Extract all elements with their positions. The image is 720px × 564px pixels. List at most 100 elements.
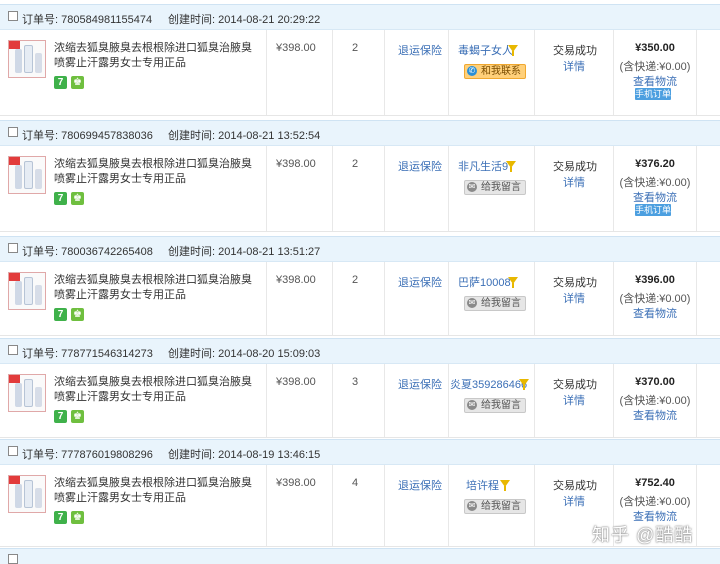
- return-insurance-link[interactable]: 退运保险: [398, 274, 442, 290]
- mobile-order-badge: 手机订单: [635, 204, 672, 216]
- product-title-link[interactable]: 浓缩去狐臭腋臭去根根除进口狐臭治腋臭喷雾止汗露男女士专用正品: [54, 41, 254, 71]
- seven-day-return-icon: 7: [54, 76, 67, 89]
- order-id: 订单号: 780584981155474: [22, 14, 153, 26]
- order-created-time: 创建时间: 2014-08-21 13:51:27: [168, 246, 321, 258]
- unit-price: ¥398.00: [276, 42, 316, 54]
- order-select-checkbox[interactable]: [8, 345, 18, 355]
- view-logistics-link[interactable]: 查看物流: [614, 407, 696, 423]
- product-title-link[interactable]: 浓缩去狐臭腋臭去根根除进口狐臭治腋臭喷雾止汗露男女士专用正品: [54, 375, 254, 405]
- seven-day-return-icon: 7: [54, 308, 67, 321]
- order-detail-link[interactable]: 详情: [563, 392, 585, 408]
- total-price: ¥376.20: [635, 158, 675, 170]
- guarantee-icon: ♚: [71, 511, 84, 524]
- seller-name-link[interactable]: 培许程: [466, 477, 499, 493]
- message-icon: ✉: [467, 400, 477, 410]
- shipping-fee: (含快递:¥0.00): [619, 177, 691, 189]
- order-created-time: 创建时间: 2014-08-20 15:09:03: [168, 348, 321, 360]
- unit-price: ¥398.00: [276, 274, 316, 286]
- trade-status: 交易成功: [553, 480, 597, 492]
- seller-name-link[interactable]: 非凡生活9: [458, 158, 508, 174]
- guarantee-icon: ♚: [71, 410, 84, 423]
- order-detail-link[interactable]: 详情: [563, 58, 585, 74]
- order-select-checkbox[interactable]: [8, 243, 18, 253]
- quantity: 4: [352, 477, 359, 489]
- product-title-link[interactable]: 浓缩去狐臭腋臭去根根除进口狐臭治腋臭喷雾止汗露男女士专用正品: [54, 273, 254, 303]
- watermark: 知乎 @酷酷: [592, 525, 694, 545]
- mobile-order-badge: 手机订单: [635, 88, 672, 100]
- return-insurance-link[interactable]: 退运保险: [398, 158, 442, 174]
- seller-name-link[interactable]: 炎夏359286466: [450, 376, 527, 392]
- order-detail-link[interactable]: 详情: [563, 493, 585, 509]
- order-created-time: 创建时间: 2014-08-21 20:29:22: [168, 14, 321, 26]
- order-id: 订单号: 780699457838036: [22, 130, 153, 142]
- total-price: ¥396.00: [635, 274, 675, 286]
- filter-icon[interactable]: [508, 277, 518, 288]
- order-header: 订单号: 780036742265408 创建时间: 2014-08-21 13…: [0, 236, 720, 262]
- order-select-checkbox[interactable]: [8, 446, 18, 456]
- order-header: 订单号: 780699457838036 创建时间: 2014-08-21 13…: [0, 120, 720, 146]
- order-select-checkbox[interactable]: [8, 554, 18, 564]
- order-item-row: 浓缩去狐臭腋臭去根根除进口狐臭治腋臭喷雾止汗露男女士专用正品 7 ♚ ¥398.…: [0, 30, 720, 116]
- order-item-row: 浓缩去狐臭腋臭去根根除进口狐臭治腋臭喷雾止汗露男女士专用正品 7 ♚ ¥398.…: [0, 146, 720, 232]
- order-id: 订单号: 777876019808296: [22, 449, 153, 461]
- order-id: 订单号: 778771546314273: [22, 348, 153, 360]
- shipping-fee: (含快递:¥0.00): [619, 61, 691, 73]
- order-select-checkbox[interactable]: [8, 11, 18, 21]
- return-insurance-link[interactable]: 退运保险: [398, 477, 442, 493]
- leave-message-button[interactable]: ✉ 给我留言: [464, 296, 526, 311]
- view-logistics-link[interactable]: 查看物流: [614, 73, 696, 89]
- seven-day-return-icon: 7: [54, 511, 67, 524]
- filter-icon[interactable]: [519, 379, 529, 390]
- contact-seller-button[interactable]: ✆ 和我联系: [464, 64, 526, 79]
- order-header: 订单号: 777876019808296 创建时间: 2014-08-19 13…: [0, 439, 720, 465]
- order-item-row: 浓缩去狐臭腋臭去根根除进口狐臭治腋臭喷雾止汗露男女士专用正品 7 ♚ ¥398.…: [0, 364, 720, 438]
- trade-status: 交易成功: [553, 379, 597, 391]
- shipping-fee: (含快递:¥0.00): [619, 395, 691, 407]
- quantity: 2: [352, 274, 359, 286]
- product-thumbnail[interactable]: [8, 475, 46, 513]
- leave-message-button[interactable]: ✉ 给我留言: [464, 180, 526, 195]
- trade-status: 交易成功: [553, 161, 597, 173]
- total-price: ¥350.00: [635, 42, 675, 54]
- chat-icon: ✆: [467, 66, 477, 76]
- seller-name-link[interactable]: 巴萨10008: [458, 274, 511, 290]
- filter-icon[interactable]: [500, 480, 510, 491]
- order-id: 订单号: 780036742265408: [22, 246, 153, 258]
- seller-name-link[interactable]: 毒蝎子女人: [458, 42, 513, 58]
- order-header: 订单号: 778771546314273 创建时间: 2014-08-20 15…: [0, 338, 720, 364]
- product-thumbnail[interactable]: [8, 40, 46, 78]
- message-icon: ✉: [467, 182, 477, 192]
- filter-icon[interactable]: [508, 45, 518, 56]
- quantity: 2: [352, 158, 359, 170]
- trade-status: 交易成功: [553, 277, 597, 289]
- product-thumbnail[interactable]: [8, 156, 46, 194]
- quantity: 2: [352, 42, 359, 54]
- product-thumbnail[interactable]: [8, 374, 46, 412]
- return-insurance-link[interactable]: 退运保险: [398, 42, 442, 58]
- view-logistics-link[interactable]: 查看物流: [614, 305, 696, 321]
- return-insurance-link[interactable]: 退运保险: [398, 376, 442, 392]
- product-title-link[interactable]: 浓缩去狐臭腋臭去根根除进口狐臭治腋臭喷雾止汗露男女士专用正品: [54, 157, 254, 187]
- order-item-row: 浓缩去狐臭腋臭去根根除进口狐臭治腋臭喷雾止汗露男女士专用正品 7 ♚ ¥398.…: [0, 262, 720, 336]
- leave-message-button[interactable]: ✉ 给我留言: [464, 398, 526, 413]
- order-select-checkbox[interactable]: [8, 127, 18, 137]
- message-icon: ✉: [467, 298, 477, 308]
- order-detail-link[interactable]: 详情: [563, 174, 585, 190]
- view-logistics-link[interactable]: 查看物流: [614, 189, 696, 205]
- leave-message-button[interactable]: ✉ 给我留言: [464, 499, 526, 514]
- next-order-header: [0, 548, 720, 564]
- unit-price: ¥398.00: [276, 158, 316, 170]
- guarantee-icon: ♚: [71, 192, 84, 205]
- filter-icon[interactable]: [506, 161, 516, 172]
- guarantee-icon: ♚: [71, 308, 84, 321]
- shipping-fee: (含快递:¥0.00): [619, 293, 691, 305]
- order-created-time: 创建时间: 2014-08-21 13:52:54: [168, 130, 321, 142]
- total-price: ¥370.00: [635, 376, 675, 388]
- product-title-link[interactable]: 浓缩去狐臭腋臭去根根除进口狐臭治腋臭喷雾止汗露男女士专用正品: [54, 476, 254, 506]
- quantity: 3: [352, 376, 359, 388]
- seven-day-return-icon: 7: [54, 410, 67, 423]
- product-thumbnail[interactable]: [8, 272, 46, 310]
- order-detail-link[interactable]: 详情: [563, 290, 585, 306]
- message-icon: ✉: [467, 501, 477, 511]
- total-price: ¥752.40: [635, 477, 675, 489]
